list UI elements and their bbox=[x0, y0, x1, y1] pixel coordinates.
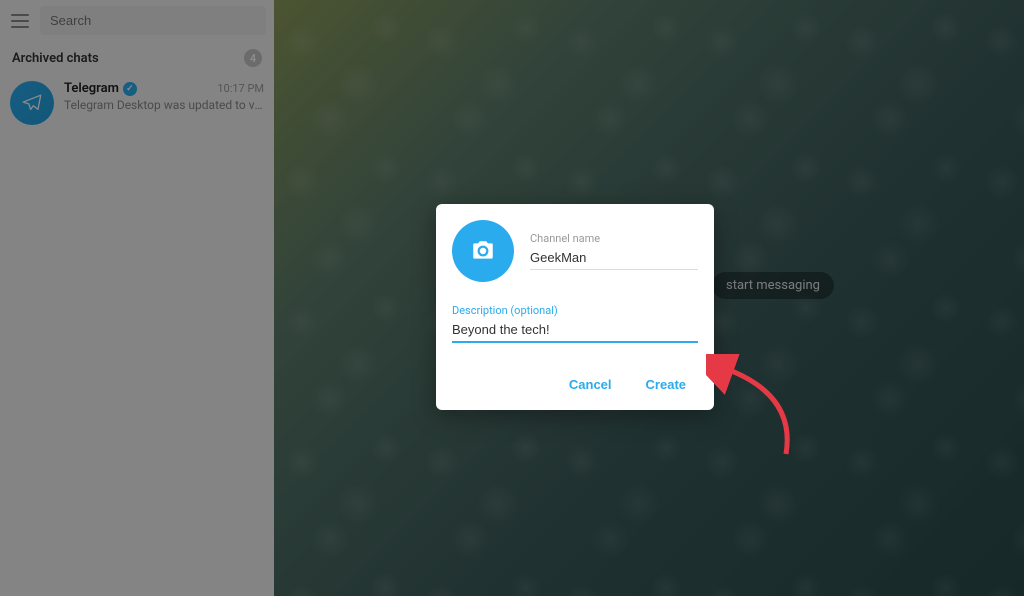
cancel-button[interactable]: Cancel bbox=[557, 369, 624, 400]
camera-icon bbox=[470, 238, 496, 264]
channel-name-label: Channel name bbox=[530, 232, 698, 245]
description-input[interactable] bbox=[452, 320, 698, 343]
create-channel-dialog: Channel name Description (optional) Canc… bbox=[436, 204, 714, 410]
channel-name-input[interactable] bbox=[530, 248, 698, 270]
create-button[interactable]: Create bbox=[634, 369, 698, 400]
channel-photo-button[interactable] bbox=[452, 220, 514, 282]
description-label: Description (optional) bbox=[452, 304, 698, 317]
